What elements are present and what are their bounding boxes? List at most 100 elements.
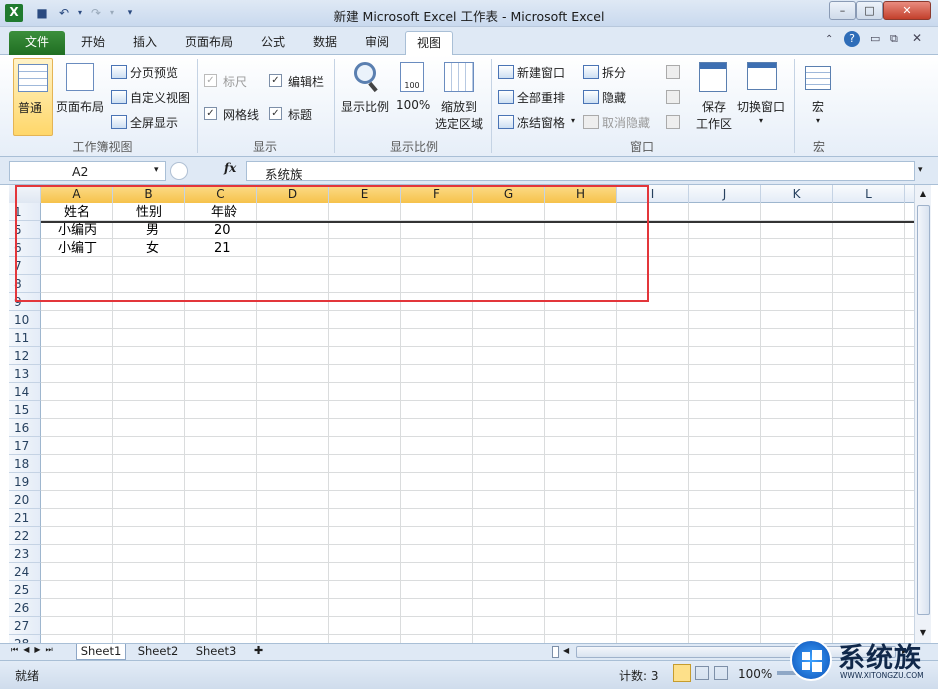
zoom-button[interactable]: 显示比例: [338, 58, 394, 136]
row-header-16[interactable]: 16: [9, 419, 41, 437]
scroll-up-icon[interactable]: ▲: [916, 186, 930, 202]
row-header-18[interactable]: 18: [9, 455, 41, 473]
new-window-button[interactable]: 新建窗口: [517, 64, 565, 81]
group-separator: [334, 59, 335, 153]
name-box-dropdown-icon[interactable]: ▾: [154, 165, 159, 175]
gridline-vertical: [904, 203, 905, 643]
insert-function-button[interactable]: fx: [224, 161, 236, 175]
zoom-100-icon: 100: [400, 62, 424, 92]
row-header-24[interactable]: 24: [9, 563, 41, 581]
watermark-brand: 系统族: [838, 643, 922, 674]
split-button[interactable]: 拆分: [602, 64, 626, 81]
ribbon-minimize-icon[interactable]: ⌃: [825, 34, 833, 45]
doc-minimize-icon[interactable]: ▭: [870, 32, 880, 45]
name-box-value: A2: [72, 164, 89, 179]
gridlines-checkbox[interactable]: ✓: [204, 107, 217, 120]
doc-restore-icon[interactable]: ⧉: [890, 32, 898, 46]
maximize-button[interactable]: □: [856, 1, 883, 20]
gridline-horizontal: [41, 364, 914, 365]
ruler-checkbox[interactable]: ✓: [204, 74, 217, 87]
minimize-button[interactable]: –: [829, 1, 856, 20]
hscroll-left-icon[interactable]: ◀: [563, 646, 569, 655]
tab-view[interactable]: 视图: [405, 31, 453, 56]
sheet-tab-3[interactable]: Sheet3: [190, 644, 242, 660]
ribbon-view: 普通 页面布局 分页预览 自定义视图 全屏显示 工作簿视图 ✓ 标尺 ✓ 编辑栏…: [0, 55, 938, 157]
page-break-preview-button[interactable]: 分页预览: [130, 64, 178, 81]
zoom-label: 显示比例: [341, 100, 390, 114]
macros-button[interactable]: 宏 ▾: [800, 58, 838, 136]
full-screen-button[interactable]: 全屏显示: [130, 114, 178, 131]
tab-data[interactable]: 数据: [302, 31, 348, 55]
sheet-tab-1[interactable]: Sheet1: [76, 644, 126, 660]
custom-views-button[interactable]: 自定义视图: [130, 89, 190, 106]
column-header-k[interactable]: K: [761, 185, 833, 203]
row-header-22[interactable]: 22: [9, 527, 41, 545]
reset-window-position-icon[interactable]: [666, 115, 680, 129]
row-header-13[interactable]: 13: [9, 365, 41, 383]
formula-bar-resize-handle[interactable]: [170, 162, 188, 180]
page-layout-view-button[interactable]: 页面布局: [56, 58, 106, 136]
doc-close-icon[interactable]: ✕: [912, 31, 922, 45]
row-header-25[interactable]: 25: [9, 581, 41, 599]
column-header-l[interactable]: L: [833, 185, 905, 203]
normal-view-status-icon[interactable]: [673, 664, 691, 682]
formula-input[interactable]: 系统族: [246, 161, 915, 182]
tab-review[interactable]: 审阅: [354, 31, 400, 55]
arrange-all-button[interactable]: 全部重排: [517, 89, 565, 106]
row-header-21[interactable]: 21: [9, 509, 41, 527]
row-header-23[interactable]: 23: [9, 545, 41, 563]
freeze-panes-button[interactable]: 冻结窗格: [517, 114, 565, 131]
unhide-button[interactable]: 取消隐藏: [602, 114, 650, 131]
tab-insert[interactable]: 插入: [122, 31, 168, 55]
row-header-26[interactable]: 26: [9, 599, 41, 617]
help-icon[interactable]: ?: [844, 31, 860, 47]
group-separator: [794, 59, 795, 153]
sheet-tab-2[interactable]: Sheet2: [132, 644, 184, 660]
row-header-11[interactable]: 11: [9, 329, 41, 347]
switch-windows-label: 切换窗口: [737, 100, 786, 114]
row-header-14[interactable]: 14: [9, 383, 41, 401]
row-header-15[interactable]: 15: [9, 401, 41, 419]
zoom-to-selection-button[interactable]: 缩放到 选定区域: [435, 58, 487, 136]
gridline-horizontal: [41, 436, 914, 437]
row-header-27[interactable]: 27: [9, 617, 41, 635]
page-layout-status-icon[interactable]: [695, 666, 709, 680]
formula-bar-checkbox[interactable]: ✓: [269, 74, 282, 87]
save-workspace-button[interactable]: 保存 工作区: [694, 58, 734, 136]
zoom-100-button[interactable]: 100 100%: [396, 58, 430, 136]
gridline-horizontal: [41, 418, 914, 419]
formula-expand-icon[interactable]: ▾: [918, 165, 923, 175]
view-side-by-side-icon[interactable]: [666, 65, 680, 79]
headings-checkbox[interactable]: ✓: [269, 107, 282, 120]
tab-file[interactable]: 文件: [9, 31, 65, 55]
normal-view-button[interactable]: 普通: [13, 58, 53, 136]
scroll-thumb[interactable]: [917, 205, 930, 615]
tab-page-layout[interactable]: 页面布局: [175, 31, 243, 55]
tab-home[interactable]: 开始: [70, 31, 116, 55]
switch-windows-button[interactable]: 切换窗口 ▾: [737, 58, 789, 136]
row-header-10[interactable]: 10: [9, 311, 41, 329]
gridline-horizontal: [41, 580, 914, 581]
sheet-navigation-icons[interactable]: ⏮◀▶⏭: [11, 645, 58, 655]
tab-split-handle[interactable]: [552, 646, 559, 658]
page-break-status-icon[interactable]: [714, 666, 728, 680]
synchronous-scrolling-icon[interactable]: [666, 90, 680, 104]
name-box[interactable]: A2 ▾: [9, 161, 166, 181]
row-header-12[interactable]: 12: [9, 347, 41, 365]
row-header-20[interactable]: 20: [9, 491, 41, 509]
close-button[interactable]: ✕: [883, 1, 931, 20]
column-header-j[interactable]: J: [689, 185, 761, 203]
row-header-17[interactable]: 17: [9, 437, 41, 455]
vertical-scrollbar[interactable]: ▲ ▼: [914, 185, 931, 643]
group-separator: [491, 59, 492, 153]
tab-formulas[interactable]: 公式: [250, 31, 296, 55]
freeze-panes-dropdown-icon[interactable]: ▾: [571, 116, 575, 125]
row-header-19[interactable]: 19: [9, 473, 41, 491]
unhide-icon: [583, 115, 599, 129]
switch-windows-dropdown-icon: ▾: [759, 116, 764, 125]
zoom-level[interactable]: 100%: [738, 667, 772, 681]
hide-button[interactable]: 隐藏: [602, 89, 626, 106]
status-count: 计数: 3: [619, 669, 659, 683]
row-header-28[interactable]: 28: [9, 635, 41, 643]
insert-sheet-icon[interactable]: ✚: [254, 644, 263, 657]
